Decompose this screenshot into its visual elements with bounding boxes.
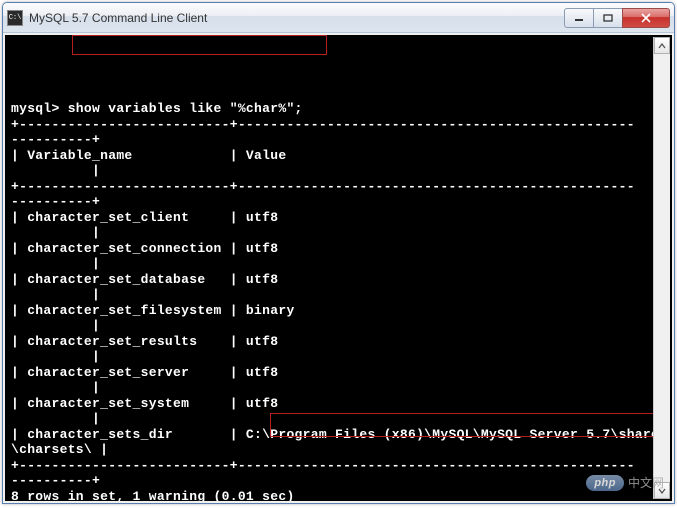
window-controls xyxy=(565,8,670,28)
terminal-output[interactable]: mysql> show variables like "%char%"; +--… xyxy=(5,35,672,501)
scrollbar-track[interactable] xyxy=(654,54,670,482)
chevron-up-icon xyxy=(658,43,666,49)
maximize-button[interactable] xyxy=(593,8,623,28)
highlight-command xyxy=(72,35,327,55)
window-title: MySQL 5.7 Command Line Client xyxy=(29,11,565,25)
minimize-button[interactable] xyxy=(564,8,594,28)
close-icon xyxy=(640,13,652,23)
watermark: php 中文网 xyxy=(586,474,664,491)
scroll-up-button[interactable] xyxy=(654,37,670,54)
watermark-text: 中文网 xyxy=(628,474,664,491)
highlight-value xyxy=(270,413,663,437)
watermark-logo: php xyxy=(586,475,624,491)
close-button[interactable] xyxy=(622,8,670,28)
maximize-icon xyxy=(603,14,613,22)
minimize-icon xyxy=(574,14,584,22)
app-window: C:\ MySQL 5.7 Command Line Client mysql>… xyxy=(2,2,675,504)
titlebar[interactable]: C:\ MySQL 5.7 Command Line Client xyxy=(3,3,674,33)
app-icon: C:\ xyxy=(7,10,23,26)
vertical-scrollbar[interactable] xyxy=(653,37,670,499)
